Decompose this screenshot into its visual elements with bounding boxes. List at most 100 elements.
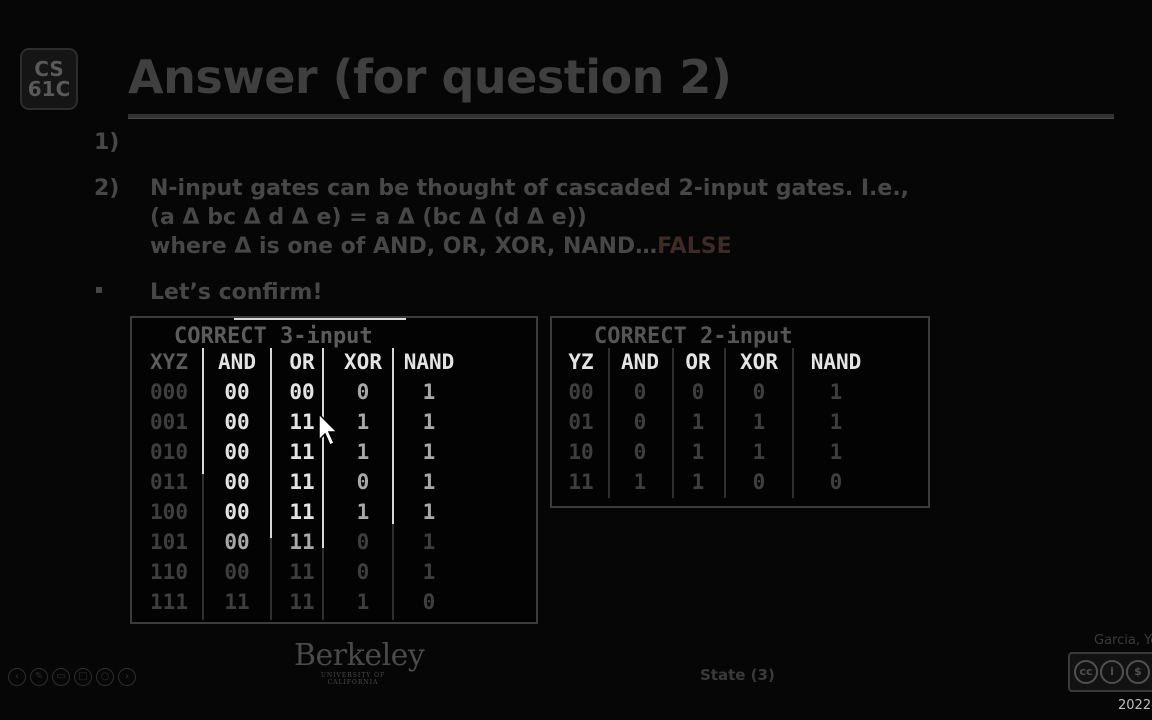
table-cell: 00 — [224, 530, 250, 554]
table-cell: 00 — [224, 500, 250, 524]
table-cell: 1 — [691, 440, 705, 464]
column-header: NAND — [403, 350, 455, 374]
table-cell: 1 — [422, 560, 436, 584]
table-cell: 1 — [356, 500, 370, 524]
table-cell: 1 — [422, 530, 436, 554]
table-cell: 0 — [633, 410, 647, 434]
column-header: NAND — [810, 350, 862, 374]
table-cell: 1 — [422, 440, 436, 464]
table-cell: 1 — [691, 470, 705, 494]
table-cell: 110 — [150, 560, 188, 584]
table-cell: 1 — [422, 410, 436, 434]
table-cell: 1 — [829, 410, 843, 434]
column-divider — [322, 348, 324, 548]
table-cell: 00 — [224, 470, 250, 494]
caption-icon[interactable]: ▭ — [52, 668, 70, 686]
table-cell: 0 — [356, 560, 370, 584]
table-2-title: CORRECT 2-input — [594, 324, 793, 349]
next-icon[interactable]: › — [118, 668, 136, 686]
item-2-line-3-text: where Δ is one of AND, OR, XOR, NAND… — [150, 234, 658, 259]
bullet-marker — [96, 287, 102, 293]
logo-line-2: 61C — [27, 77, 71, 101]
pause-icon[interactable]: ○ — [96, 668, 114, 686]
table-cell: 1 — [356, 590, 370, 614]
slide-title: Answer (for question 2) — [128, 50, 732, 104]
table-cell: 00 — [224, 410, 250, 434]
logo-line-1: CS — [34, 57, 64, 81]
column-divider — [392, 348, 394, 524]
item-2-line-3: where Δ is one of AND, OR, XOR, NAND…FAL… — [150, 234, 732, 259]
university-name: Berkeley — [294, 638, 425, 673]
column-header: XYZ — [150, 350, 188, 374]
column-divider — [608, 348, 610, 498]
table-cell: 1 — [691, 410, 705, 434]
author-name: Garcia, Yo — [1094, 633, 1152, 648]
table-cell: 0 — [356, 380, 370, 404]
table-cell: 0 — [752, 380, 766, 404]
table-cell: 11 — [224, 590, 250, 614]
table-cell: 11 — [568, 470, 594, 494]
column-header: YZ — [568, 350, 594, 374]
column-header: XOR — [344, 350, 382, 374]
table-cell: 1 — [422, 380, 436, 404]
table-cell: 1 — [633, 470, 647, 494]
table-cell: 0 — [356, 530, 370, 554]
item-1-number: 1) — [94, 130, 120, 155]
table-cell: 1 — [829, 440, 843, 464]
column-divider — [672, 348, 674, 498]
table-cell: 01 — [568, 410, 594, 434]
column-header: AND — [621, 350, 659, 374]
column-divider — [724, 348, 726, 498]
prev-icon[interactable]: ‹ — [8, 668, 26, 686]
table-cell: 111 — [150, 590, 188, 614]
table-cell: 10 — [568, 440, 594, 464]
table-cell: 010 — [150, 440, 188, 464]
table-cell: 1 — [752, 410, 766, 434]
item-2-line-2: (a Δ bc Δ d Δ e) = a Δ (bc Δ (d Δ e)) — [150, 205, 587, 230]
edit-icon[interactable]: ✎ — [30, 668, 48, 686]
truth-table-2-input: CORRECT 2-input YZ AND OR XOR NAND 00 0 0 0 1 01 0 1… — [550, 316, 930, 508]
column-divider — [792, 348, 794, 498]
section-label: State (3) — [700, 666, 775, 684]
table-3-title: CORRECT 3-input — [174, 324, 373, 349]
table-cell: 001 — [150, 410, 188, 434]
table-cell: 00 — [224, 380, 250, 404]
table-cell: 101 — [150, 530, 188, 554]
column-header: OR — [685, 350, 711, 374]
berkeley-logo: Berkeley UNIVERSITY OF CALIFORNIA — [294, 638, 425, 687]
slide: CS 61C Answer (for question 2) 1) 2) N-i… — [0, 0, 1152, 720]
university-subtitle: UNIVERSITY OF CALIFORNIA — [320, 672, 386, 686]
table-cell: 0 — [422, 590, 436, 614]
nc-icon: $ — [1126, 660, 1150, 684]
table-cell: 1 — [752, 440, 766, 464]
table-cell: 1 — [422, 500, 436, 524]
column-header: AND — [218, 350, 256, 374]
table-cell: 0 — [356, 470, 370, 494]
item-2-number: 2) — [94, 176, 120, 201]
date-stamp: 2022- — [1118, 698, 1152, 713]
table-cell: 100 — [150, 500, 188, 524]
slide-nav-bar: ‹ ✎ ▭ □ ○ › — [8, 668, 136, 686]
table-cell: 0 — [752, 470, 766, 494]
table-cell: 00 — [224, 560, 250, 584]
table-cell: 0 — [691, 380, 705, 404]
table-cell: 00 — [568, 380, 594, 404]
bullet-text: Let’s confirm! — [150, 280, 323, 305]
table-cell: 0 — [633, 380, 647, 404]
mouse-cursor-icon — [318, 412, 339, 447]
annotation-underline — [234, 318, 406, 320]
title-divider — [128, 114, 1114, 119]
table-cell: 000 — [150, 380, 188, 404]
cs61c-logo: CS 61C — [20, 48, 78, 110]
by-icon: i — [1100, 660, 1124, 684]
table-cell: 1 — [422, 470, 436, 494]
column-divider — [202, 348, 204, 474]
item-2-line-1: N-input gates can be thought of cascaded… — [150, 176, 910, 201]
screen-icon[interactable]: □ — [74, 668, 92, 686]
table-cell: 00 — [224, 440, 250, 464]
table-cell: 0 — [633, 440, 647, 464]
cc-icon: cc — [1074, 660, 1098, 684]
column-divider — [270, 348, 272, 538]
truth-table-3-input: CORRECT 3-input XYZ AND OR XOR NAND 000 00 00 0 1… — [130, 316, 538, 624]
table-cell: 011 — [150, 470, 188, 494]
